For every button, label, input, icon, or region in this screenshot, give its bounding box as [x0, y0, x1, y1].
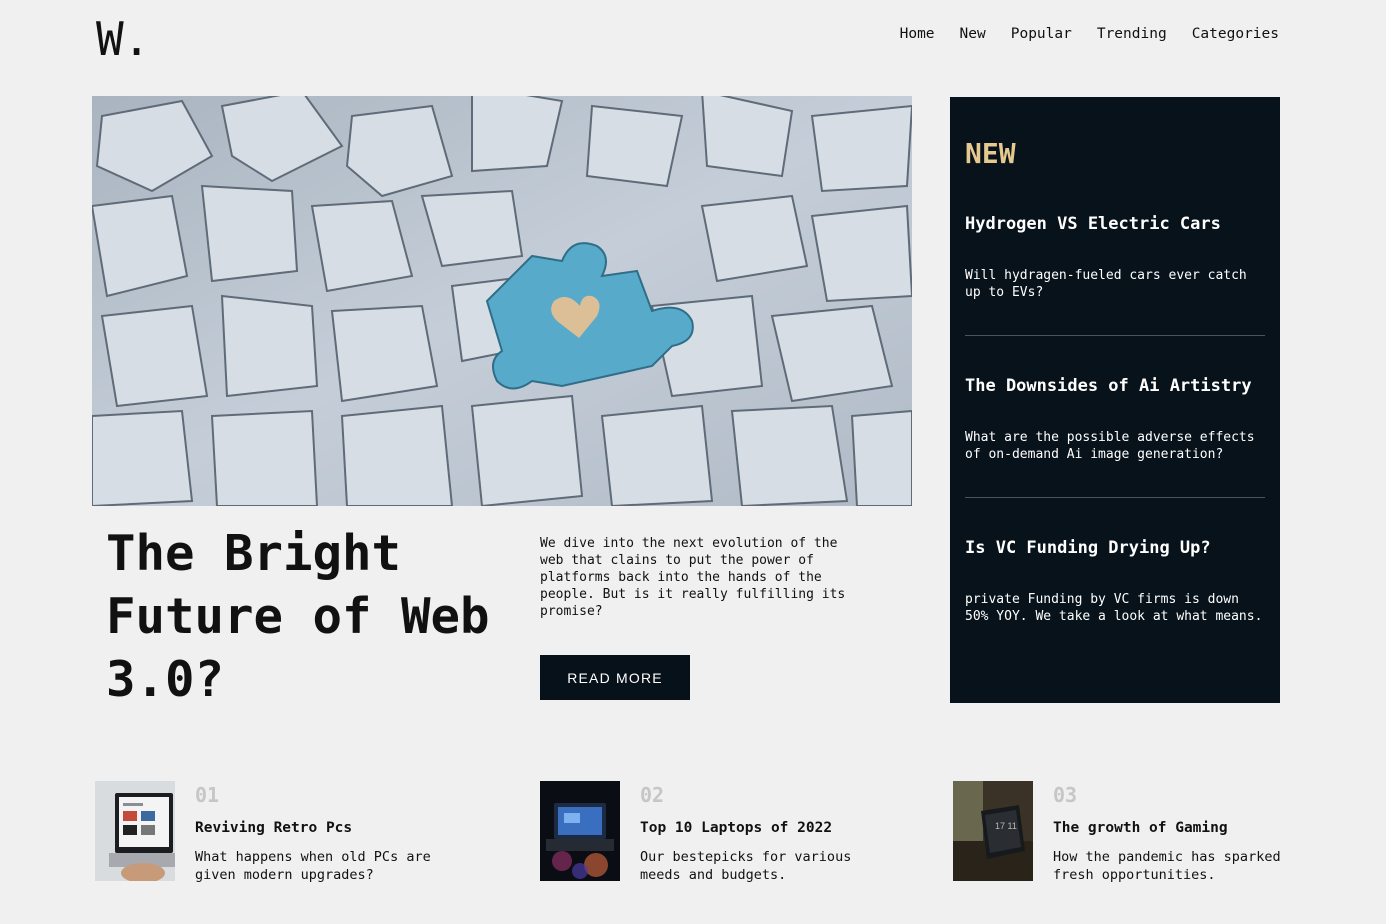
laptop-photo-icon — [95, 781, 175, 881]
sidebar-article-description: Will hydragen-fueled cars ever catch up … — [965, 268, 1247, 300]
hero-description: We dive into the next evolution of the w… — [540, 536, 846, 619]
svg-text:17 11: 17 11 — [995, 821, 1017, 831]
article-title[interactable]: Reviving Retro Pcs — [195, 820, 352, 836]
nav-link-home[interactable]: Home — [900, 26, 935, 42]
sidebar-article-description: What are the possible adverse effects of… — [965, 430, 1255, 462]
tablet-on-desk-photo-icon: 17 11 — [953, 781, 1033, 881]
article-number: 02 — [640, 783, 665, 807]
article-title[interactable]: Top 10 Laptops of 2022 — [640, 820, 832, 836]
sidebar-divider — [965, 497, 1265, 498]
nav-link-trending[interactable]: Trending — [1097, 26, 1167, 42]
hero-image[interactable] — [92, 96, 912, 506]
article-number: 03 — [1053, 783, 1078, 807]
site-logo[interactable]: W. — [96, 12, 150, 66]
sidebar-article-title[interactable]: The Downsides of Ai Artistry — [965, 376, 1265, 396]
nav-link-new[interactable]: New — [960, 26, 986, 42]
sidebar-article[interactable]: Hydrogen VS Electric Cars Will hydragen-… — [965, 214, 1265, 301]
new-articles-sidebar: NEW Hydrogen VS Electric Cars Will hydra… — [950, 97, 1280, 703]
article-title[interactable]: The growth of Gaming — [1053, 820, 1228, 836]
nav-link-popular[interactable]: Popular — [1011, 26, 1072, 42]
nav-link-categories[interactable]: Categories — [1192, 26, 1279, 42]
read-more-button[interactable]: READ MORE — [540, 655, 690, 700]
article-number: 01 — [195, 783, 220, 807]
sidebar-divider — [965, 335, 1265, 336]
sidebar-article-description: private Funding by VC firms is down 50% … — [965, 592, 1263, 624]
hero-title: The Bright Future of Web 3.0? — [106, 525, 490, 708]
laptop-in-dark-photo-icon — [540, 781, 620, 881]
article-description: What happens when old PCs are given mode… — [195, 849, 431, 883]
article-thumbnail[interactable]: 17 11 — [953, 781, 1033, 881]
sidebar-article-title[interactable]: Hydrogen VS Electric Cars — [965, 214, 1265, 234]
puzzle-pieces-illustration — [92, 96, 912, 506]
sidebar-article-title[interactable]: Is VC Funding Drying Up? — [965, 538, 1265, 558]
article-description: Our bestepicks for various meeds and bud… — [640, 849, 852, 883]
sidebar-article[interactable]: The Downsides of Ai Artistry What are th… — [965, 376, 1265, 463]
main-nav: Home New Popular Trending Categories — [900, 26, 1279, 42]
article-description: How the pandemic has sparked fresh oppor… — [1053, 849, 1281, 883]
sidebar-article[interactable]: Is VC Funding Drying Up? private Funding… — [965, 538, 1265, 625]
article-thumbnail[interactable] — [540, 781, 620, 881]
sidebar-heading: NEW — [965, 137, 1016, 170]
article-thumbnail[interactable] — [95, 781, 175, 881]
